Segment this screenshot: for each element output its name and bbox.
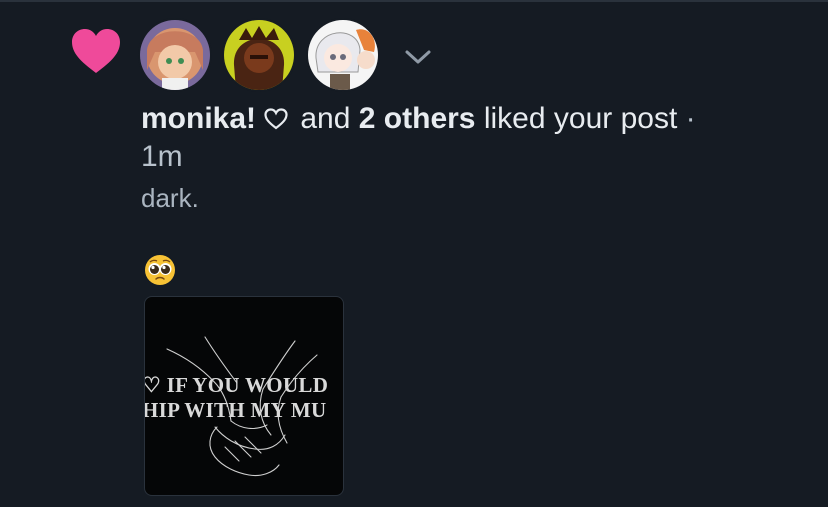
top-border <box>0 0 828 2</box>
others-link[interactable]: 2 others <box>359 102 476 135</box>
liker-avatars[interactable] <box>138 18 432 92</box>
image-text-line: ♡ IF YOU WOULD <box>144 373 329 397</box>
liker-name[interactable]: monika! <box>141 102 256 135</box>
timestamp: 1m <box>141 140 183 173</box>
action-text: liked your post <box>483 102 678 135</box>
image-text-line: HIP WITH MY MU <box>144 398 327 422</box>
avatar[interactable] <box>306 18 380 92</box>
separator-dot: · <box>685 102 696 135</box>
pleading-face-emoji <box>145 255 175 285</box>
avatar[interactable] <box>138 18 212 92</box>
post-image[interactable]: ♡ IF YOU WOULD HIP WITH MY MU <box>144 296 344 496</box>
connector-text: and <box>300 102 351 135</box>
outline-heart-icon <box>264 108 288 130</box>
notification-text: monika! and 2 others liked your post · 1m <box>141 100 781 176</box>
avatar[interactable] <box>222 18 296 92</box>
post-text: dark. <box>141 183 199 213</box>
chevron-down-icon[interactable] <box>404 47 432 67</box>
heart-icon <box>72 29 120 73</box>
